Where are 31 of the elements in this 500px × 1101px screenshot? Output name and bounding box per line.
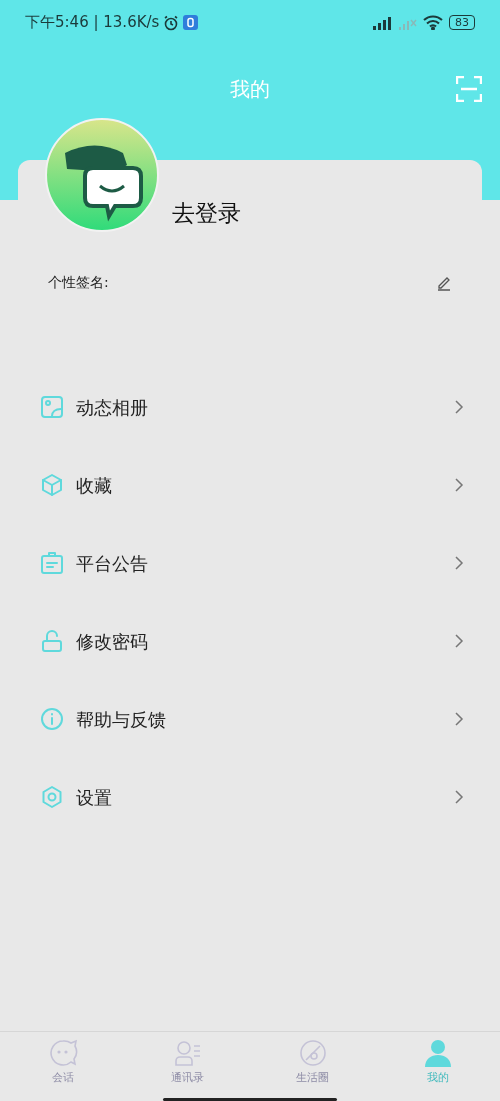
alarm-clock-icon [163,14,180,31]
signature-label: 个性签名: [48,273,109,292]
menu-item[interactable]: 设置 [0,758,500,836]
id-card-icon [40,551,64,575]
chevron-right-icon [454,633,464,649]
menu-item[interactable]: 修改密码 [0,602,500,680]
contacts-icon [172,1038,203,1068]
person-icon [422,1038,453,1068]
chevron-right-icon [454,711,464,727]
chevron-right-icon [454,555,464,571]
menu-item[interactable]: 帮助与反馈 [0,680,500,758]
chat-bubble-icon [47,1038,78,1068]
cube-icon [40,473,64,497]
info-icon [40,707,64,731]
login-link[interactable]: 去登录 [172,195,241,230]
battery-indicator: 83 [449,15,475,30]
status-time: 下午5:46 | 13.6K/s [25,12,160,34]
chevron-right-icon [454,789,464,805]
signal-icon [373,15,393,30]
picture-frame-icon [40,395,64,419]
chevron-right-icon [454,399,464,415]
page-title: 我的 [230,76,270,103]
unlocked-padlock-icon [40,629,64,653]
menu-item[interactable]: 收藏 [0,446,500,524]
wifi-icon [423,15,443,30]
compass-icon [297,1038,328,1068]
menu-item[interactable]: 动态相册 [0,368,500,446]
app-notification-icon [183,15,199,30]
chevron-right-icon [454,477,464,493]
menu-item[interactable]: 平台公告 [0,524,500,602]
settings-icon [40,785,64,809]
